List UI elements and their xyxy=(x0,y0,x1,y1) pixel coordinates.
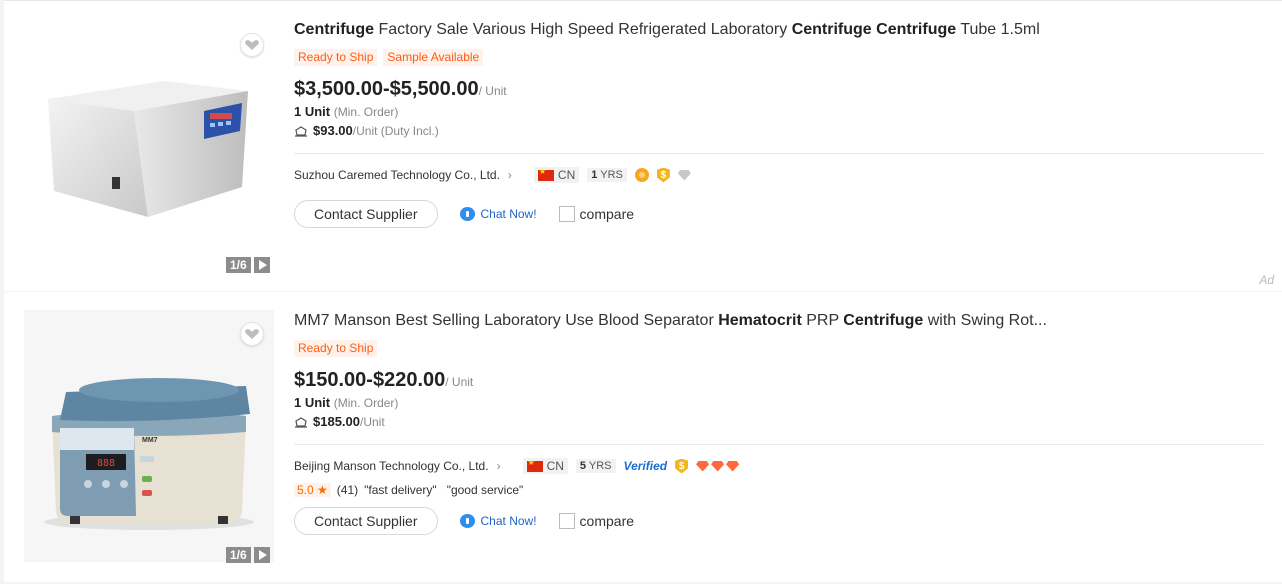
chat-now-link[interactable]: Chat Now! xyxy=(459,207,537,221)
divider xyxy=(294,153,1264,154)
cn-flag-icon xyxy=(526,458,543,472)
favorite-heart-icon[interactable] xyxy=(240,33,264,57)
checkbox-icon[interactable] xyxy=(558,206,575,222)
svg-text:888: 888 xyxy=(97,458,115,469)
benchtop-centrifuge-image: 888 MM7 xyxy=(24,310,274,562)
ready-to-ship-tag: Ready to Ship xyxy=(294,49,378,66)
diamond-icon xyxy=(696,460,710,472)
shipping-price: $185.00/Unit xyxy=(294,414,385,429)
image-pager[interactable]: 1/6 xyxy=(226,257,270,273)
cn-flag-icon xyxy=(537,167,554,181)
product-image-2[interactable]: 888 MM7 xyxy=(24,310,274,562)
play-icon[interactable] xyxy=(253,547,270,563)
ready-to-ship-tag: Ready to Ship xyxy=(294,340,378,357)
divider xyxy=(294,444,1264,445)
sample-available-tag: Sample Available xyxy=(383,49,484,66)
supplier-row: Suzhou Caremed Technology Co., Ltd. › CN… xyxy=(294,167,691,183)
diamond-icon xyxy=(711,460,725,472)
product-title-2[interactable]: MM7 Manson Best Selling Laboratory Use B… xyxy=(294,312,1047,330)
years-badge: 1 YRS xyxy=(587,168,627,182)
chat-now-link[interactable]: Chat Now! xyxy=(459,514,537,528)
compare-checkbox[interactable]: compare xyxy=(558,206,634,222)
chat-bubble-icon xyxy=(459,514,475,528)
chevron-right-icon[interactable]: › xyxy=(508,168,512,182)
diamond-rating xyxy=(696,460,740,472)
price-range: $3,500.00-$5,500.00/ Unit xyxy=(294,78,507,100)
ad-label: Ad xyxy=(1259,273,1274,287)
product-title-1[interactable]: Centrifuge Factory Sale Various High Spe… xyxy=(294,21,1040,39)
min-order: 1 Unit (Min. Order) xyxy=(294,104,399,119)
min-order: 1 Unit (Min. Order) xyxy=(294,395,399,410)
star-icon: ★ xyxy=(317,483,328,497)
rating-score: 5.0 ★ xyxy=(294,483,331,497)
chevron-right-icon[interactable]: › xyxy=(497,459,501,473)
gold-supplier-icon: $ xyxy=(675,458,689,474)
shipping-price: $93.00/Unit (Duty Incl.) xyxy=(294,123,439,138)
truck-icon xyxy=(295,416,307,428)
review-tag: "good service" xyxy=(446,483,524,497)
years-badge: 5 YRS xyxy=(575,459,616,473)
price-range: $150.00-$220.00/ Unit xyxy=(294,369,474,391)
country-badge: CN xyxy=(533,167,580,183)
favorite-heart-icon[interactable] xyxy=(240,322,264,346)
truck-icon xyxy=(295,125,307,137)
product-card-1: 1/6 Centrifuge Factory Sale Various High… xyxy=(4,0,1282,291)
device-model-label: MM7 xyxy=(142,437,158,444)
action-row: Contact Supplier Chat Now! compare xyxy=(294,507,634,535)
rating-count: (41) xyxy=(336,483,359,497)
chat-bubble-icon xyxy=(459,207,475,221)
diamond-icon xyxy=(677,169,691,181)
refrigerated-centrifuge-image xyxy=(48,81,248,217)
compare-checkbox[interactable]: compare xyxy=(558,513,634,529)
product-tags: Ready to Ship Sample Available xyxy=(294,49,484,66)
contact-supplier-button[interactable]: Contact Supplier xyxy=(294,507,438,535)
review-tag: "fast delivery" xyxy=(364,483,437,497)
product-tags: Ready to Ship xyxy=(294,340,378,357)
country-badge: CN xyxy=(522,458,568,474)
diamond-icon xyxy=(726,460,740,472)
verified-badge: Verified xyxy=(623,459,668,473)
image-counter: 1/6 xyxy=(226,257,251,273)
contact-supplier-button[interactable]: Contact Supplier xyxy=(294,200,438,228)
rating-row: 5.0 ★ (41) "fast delivery" "good service… xyxy=(294,483,523,497)
checkbox-icon[interactable] xyxy=(558,513,575,529)
gold-supplier-icon: $ xyxy=(656,167,670,183)
product-image-1[interactable] xyxy=(24,19,274,271)
supplier-name[interactable]: Suzhou Caremed Technology Co., Ltd. xyxy=(294,168,500,182)
supplier-row: Beijing Manson Technology Co., Ltd. › CN… xyxy=(294,458,740,474)
medal-icon xyxy=(634,168,649,182)
play-icon[interactable] xyxy=(253,257,270,273)
image-counter: 1/6 xyxy=(226,547,251,563)
image-pager[interactable]: 1/6 xyxy=(226,547,270,563)
product-card-2: 888 MM7 1/6 MM7 Manson Best Selling Labo… xyxy=(4,292,1282,582)
supplier-name[interactable]: Beijing Manson Technology Co., Ltd. xyxy=(294,459,489,473)
action-row: Contact Supplier Chat Now! compare xyxy=(294,200,634,228)
